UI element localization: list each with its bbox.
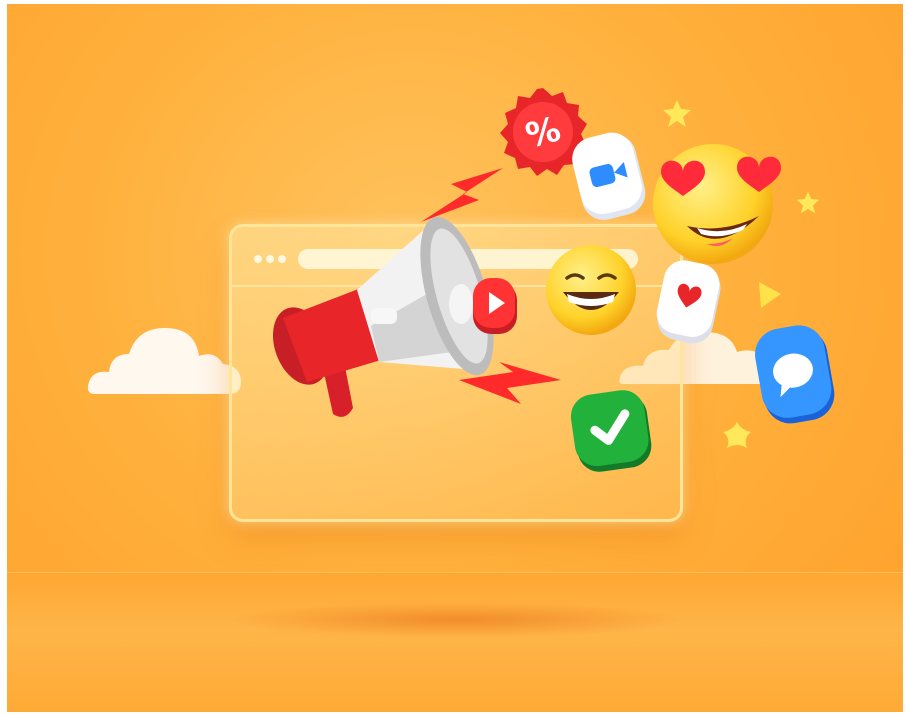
grinning-emoji-icon	[546, 245, 636, 335]
cloud-left-icon	[87, 328, 241, 394]
play-button-icon	[473, 278, 517, 334]
triangle-icon	[759, 282, 781, 308]
star-icon	[723, 422, 751, 448]
floor-shadow	[227, 602, 687, 638]
chat-bubble-icon	[755, 325, 835, 424]
video-camera-icon	[572, 132, 646, 220]
star-icon	[796, 191, 820, 214]
floor	[7, 572, 903, 712]
illustration-scene: %	[7, 4, 903, 712]
heart-icon	[656, 260, 721, 344]
checkmark-icon	[570, 390, 652, 472]
heart-eyes-emoji-icon	[653, 144, 781, 264]
star-icon	[663, 100, 691, 127]
